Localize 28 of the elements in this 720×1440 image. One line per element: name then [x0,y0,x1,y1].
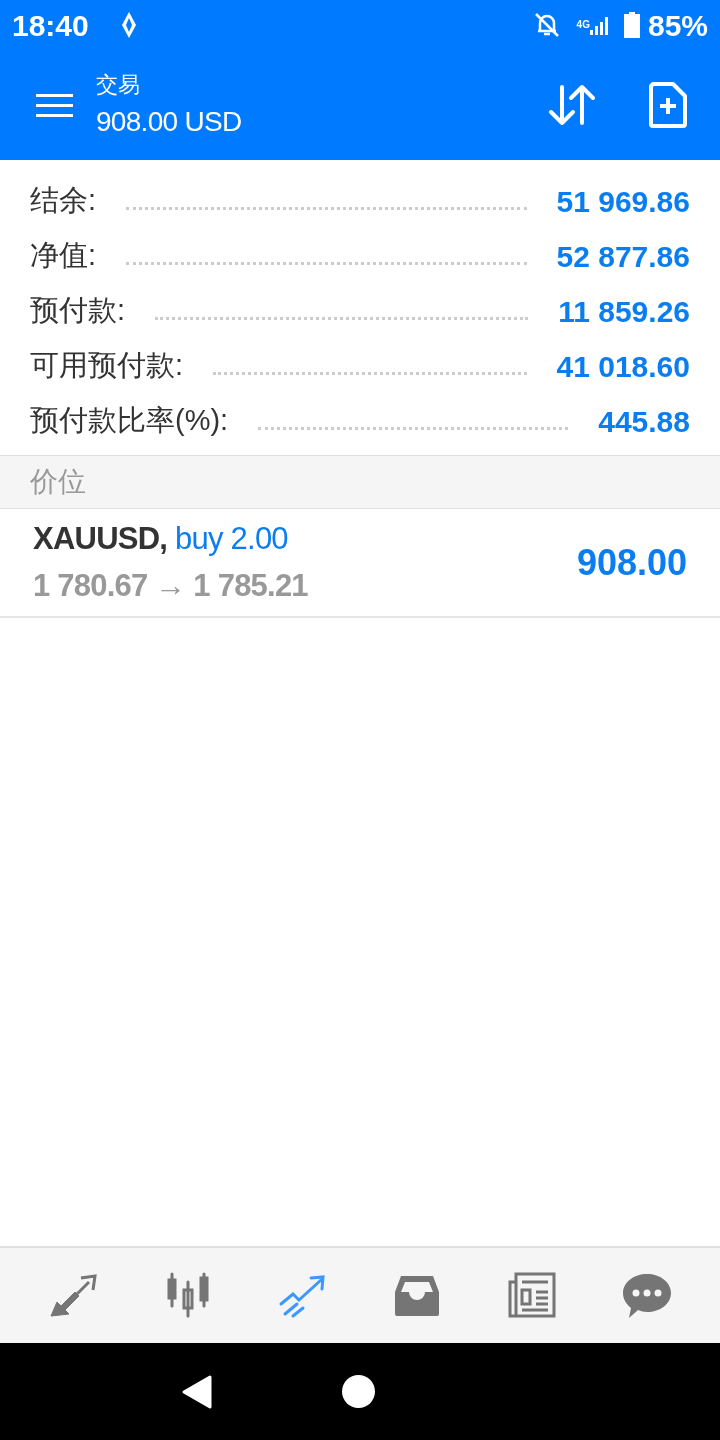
screen-title: 交易 [96,70,141,99]
summary-value: 11 859.26 [558,293,690,330]
sort-arrows-icon [548,83,596,127]
battery-icon [623,12,640,38]
summary-value: 445.88 [598,403,690,440]
add-document-icon [649,82,687,128]
symbol-label: XAUUSD, [33,520,168,558]
profit-value: 908.00 [576,540,687,585]
muted-bell-icon [532,11,561,39]
balance-subtitle: 908.00 USD [96,104,242,139]
summary-label: 可用预付款: [30,348,184,384]
status-time: 18:40 [12,7,89,44]
summary-value: 51 969.86 [556,183,690,220]
price-range: 1 780.67 → 1 785.21 [33,566,308,605]
order-side: buy 2.00 [175,520,288,558]
section-header: 价位 [0,455,720,509]
back-button[interactable] [182,1374,212,1409]
network-label: 4G [576,20,590,30]
summary-label: 预付款比率(%): [30,403,229,439]
position-row[interactable]: XAUUSD, buy 2.00 1 780.67 → 1 785.21 908.00 [0,509,720,618]
diamond-icon [120,11,137,39]
summary-label: 净值: [30,238,97,274]
summary-value: 52 877.86 [556,238,690,275]
summary-label: 预付款: [30,293,126,329]
battery-level: 85% [647,7,708,44]
home-button[interactable] [342,1375,375,1408]
summary-label: 结余: [30,183,97,219]
summary-value: 41 018.60 [556,348,690,385]
